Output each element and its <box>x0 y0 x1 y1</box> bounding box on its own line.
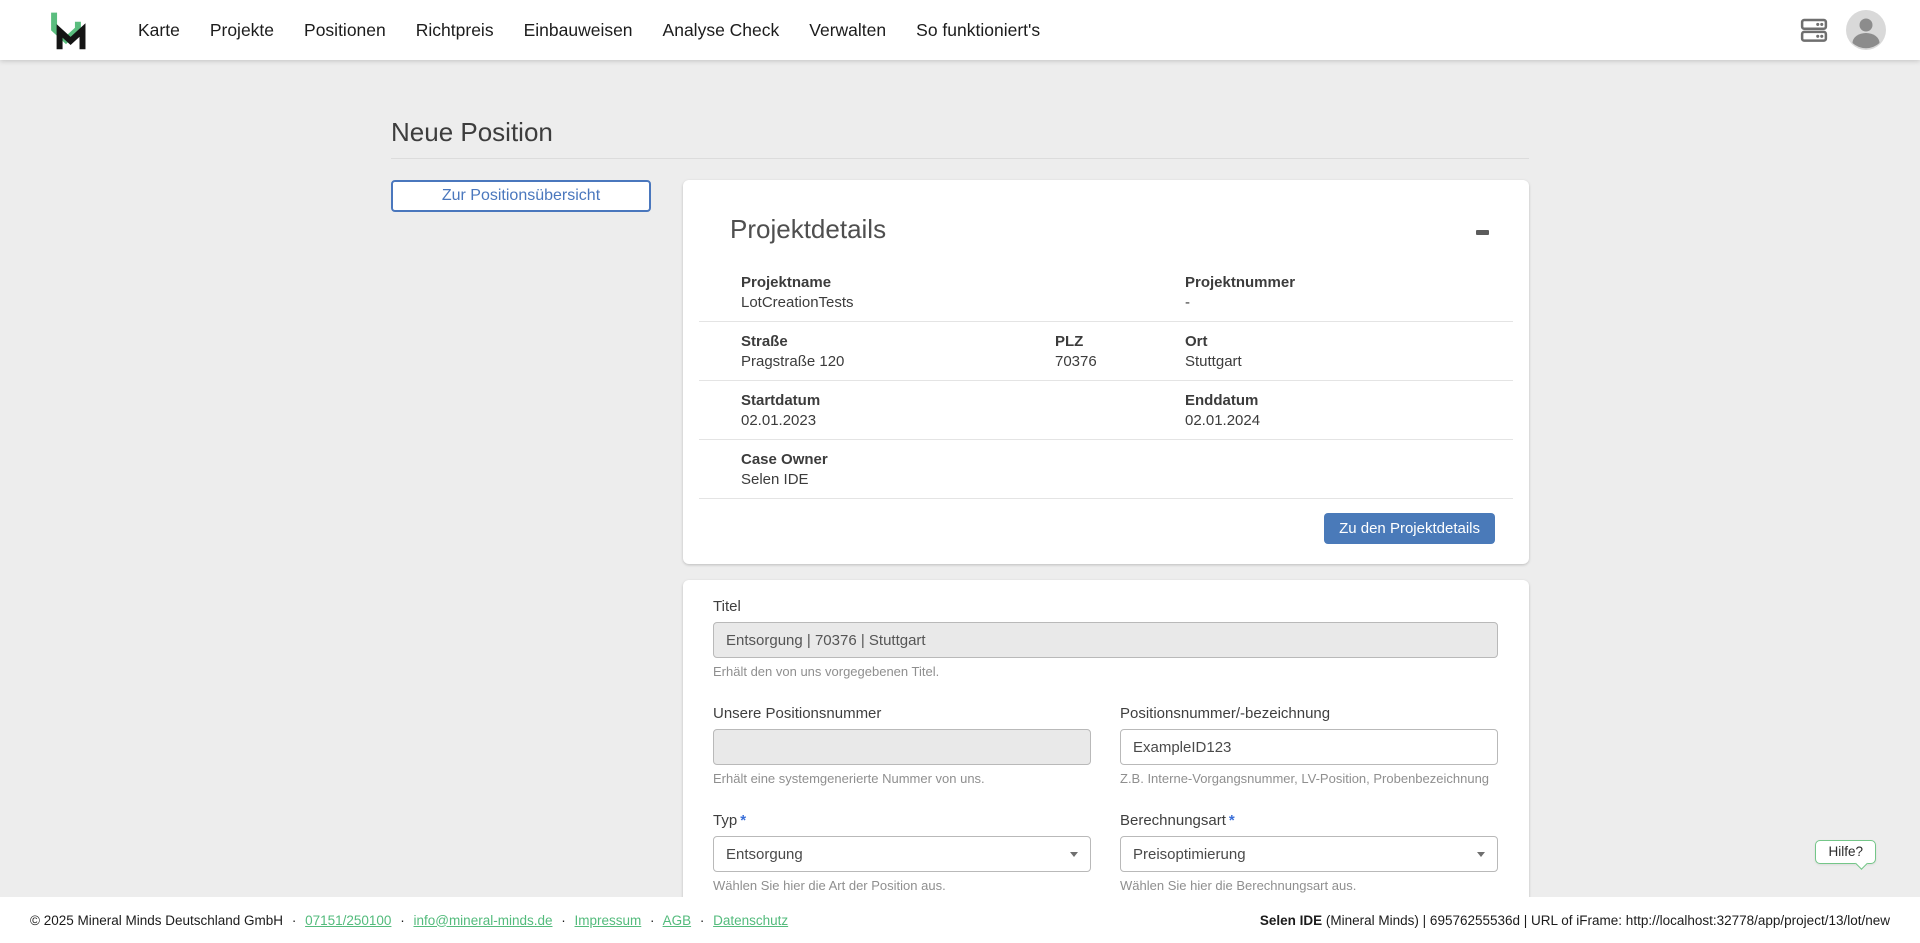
strasse-value: Pragstraße 120 <box>741 353 1055 370</box>
projektnummer-label: Projektnummer <box>1185 274 1513 291</box>
footer-impressum-link[interactable]: Impressum <box>575 913 642 928</box>
main-navigation: Karte Projekte Positionen Richtpreis Ein… <box>138 0 1040 60</box>
ort-value: Stuttgart <box>1185 353 1513 370</box>
unsere-positionsnummer-field: Unsere Positionsnummer Erhält eine syste… <box>713 705 1091 786</box>
nav-item-analyse-check[interactable]: Analyse Check <box>663 0 780 60</box>
berechnungsart-label: Berechnungsart* <box>1120 812 1498 829</box>
footer-separator: · <box>650 913 655 928</box>
unsere-positionsnummer-input[interactable] <box>713 729 1091 765</box>
berechnungsart-helper: Wählen Sie hier die Berechnungsart aus. <box>1120 878 1498 893</box>
unsere-positionsnummer-label: Unsere Positionsnummer <box>713 705 1091 722</box>
footer-separator: · <box>561 913 566 928</box>
help-button[interactable]: Hilfe? <box>1815 840 1876 864</box>
title-divider <box>391 158 1529 159</box>
strasse-label: Straße <box>741 333 1055 350</box>
project-details-card: Projektdetails Projektname LotCreationTe… <box>683 180 1529 564</box>
plz-label: PLZ <box>1055 333 1185 350</box>
page-footer: © 2025 Mineral Minds Deutschland GmbH · … <box>0 897 1920 943</box>
plz-value: 70376 <box>1055 353 1185 370</box>
berechnungsart-select[interactable]: Preisoptimierung <box>1120 836 1498 872</box>
typ-select-value: Entsorgung <box>726 846 803 863</box>
footer-separator: · <box>400 913 405 928</box>
typ-helper: Wählen Sie hier die Art der Position aus… <box>713 878 1091 893</box>
main-content: Neue Position Zur Positionsübersicht Pro… <box>0 60 1920 897</box>
footer-session-info: Selen IDE (Mineral Minds) | 69576255536d… <box>1260 913 1890 928</box>
chevron-down-icon <box>1070 852 1078 857</box>
back-to-positions-button[interactable]: Zur Positionsübersicht <box>391 180 651 212</box>
projektname-label: Projektname <box>741 274 1185 291</box>
positionsnummer-input[interactable] <box>1120 729 1498 765</box>
nav-item-projekte[interactable]: Projekte <box>210 0 274 60</box>
footer-separator: · <box>700 913 705 928</box>
berechnungsart-select-value: Preisoptimierung <box>1133 846 1246 863</box>
footer-user-name: Selen IDE <box>1260 913 1322 928</box>
nav-item-positionen[interactable]: Positionen <box>304 0 386 60</box>
ort-label: Ort <box>1185 333 1513 350</box>
project-row-dates: Startdatum 02.01.2023 Enddatum 02.01.202… <box>699 380 1513 439</box>
enddatum-label: Enddatum <box>1185 392 1513 409</box>
copyright-text: © 2025 Mineral Minds Deutschland GmbH <box>30 913 283 928</box>
nav-item-so-funktionierts[interactable]: So funktioniert's <box>916 0 1040 60</box>
unsere-positionsnummer-helper: Erhält eine systemgenerierte Nummer von … <box>713 771 1091 786</box>
project-details-title: Projektdetails <box>730 214 1529 245</box>
positionsnummer-helper: Z.B. Interne-Vorgangsnummer, LV-Position… <box>1120 771 1498 786</box>
nav-item-verwalten[interactable]: Verwalten <box>809 0 886 60</box>
project-row-case-owner: Case Owner Selen IDE <box>699 439 1513 498</box>
server-stack-icon[interactable] <box>1798 15 1830 45</box>
footer-email-link[interactable]: info@mineral-minds.de <box>413 913 552 928</box>
titel-helper: Erhält den von uns vorgegebenen Titel. <box>713 664 1498 679</box>
footer-session-details: (Mineral Minds) | 69576255536d | URL of … <box>1322 913 1890 928</box>
case-owner-label: Case Owner <box>741 451 1513 468</box>
chevron-down-icon <box>1477 852 1485 857</box>
footer-datenschutz-link[interactable]: Datenschutz <box>713 913 788 928</box>
titel-field: Titel Erhält den von uns vorgegebenen Ti… <box>713 598 1498 679</box>
footer-agb-link[interactable]: AGB <box>663 913 692 928</box>
typ-field: Typ* Entsorgung Wählen Sie hier die Art … <box>713 812 1091 893</box>
footer-left: © 2025 Mineral Minds Deutschland GmbH · … <box>30 913 788 928</box>
footer-phone-link[interactable]: 07151/250100 <box>305 913 391 928</box>
nav-item-richtpreis[interactable]: Richtpreis <box>416 0 494 60</box>
projektnummer-value: - <box>1185 294 1513 311</box>
page-title: Neue Position <box>391 117 1529 148</box>
positionsnummer-label: Positionsnummer/-bezeichnung <box>1120 705 1498 722</box>
startdatum-label: Startdatum <box>741 392 1185 409</box>
nav-item-einbauweisen[interactable]: Einbauweisen <box>524 0 633 60</box>
positionsnummer-field: Positionsnummer/-bezeichnung Z.B. Intern… <box>1120 705 1498 786</box>
project-row-name-number: Projektname LotCreationTests Projektnumm… <box>699 263 1513 321</box>
mineral-minds-logo-icon[interactable] <box>44 7 88 53</box>
navbar-right-actions <box>1798 10 1886 50</box>
titel-label: Titel <box>713 598 1498 615</box>
user-avatar-icon[interactable] <box>1846 10 1886 50</box>
collapse-minus-icon[interactable] <box>1474 224 1491 241</box>
projektname-value: LotCreationTests <box>741 294 1185 311</box>
case-owner-value: Selen IDE <box>741 471 1513 488</box>
project-row-address: Straße Pragstraße 120 PLZ 70376 Ort Stut… <box>699 321 1513 380</box>
typ-select[interactable]: Entsorgung <box>713 836 1091 872</box>
berechnungsart-field: Berechnungsart* Preisoptimierung Wählen … <box>1120 812 1498 893</box>
berechnungsart-required-asterisk: * <box>1229 812 1235 829</box>
footer-separator: · <box>292 913 297 928</box>
top-navbar: Karte Projekte Positionen Richtpreis Ein… <box>0 0 1920 60</box>
titel-input[interactable] <box>713 622 1498 658</box>
startdatum-value: 02.01.2023 <box>741 412 1185 429</box>
typ-label: Typ* <box>713 812 1091 829</box>
go-to-project-details-button[interactable]: Zu den Projektdetails <box>1324 513 1495 544</box>
nav-item-karte[interactable]: Karte <box>138 0 180 60</box>
enddatum-value: 02.01.2024 <box>1185 412 1513 429</box>
new-position-form-card: Titel Erhält den von uns vorgegebenen Ti… <box>683 580 1529 897</box>
typ-required-asterisk: * <box>740 812 746 829</box>
